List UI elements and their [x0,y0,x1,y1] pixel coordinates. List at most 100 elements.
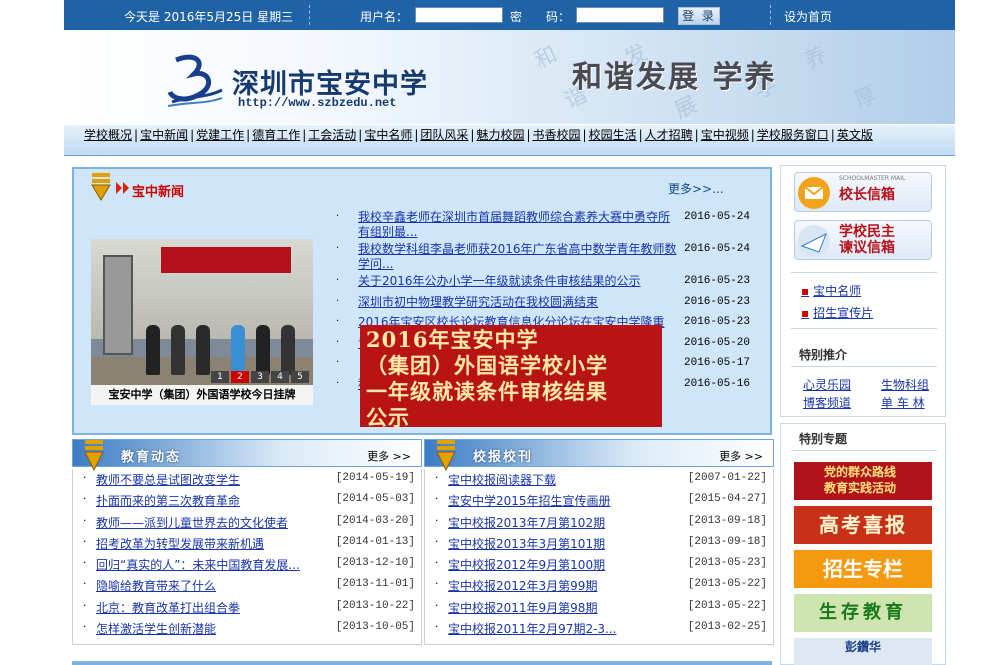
democracy-mailbox-button[interactable]: 学校民主 谏议信箱 [794,220,932,260]
sidebar-link-admission-video[interactable]: ▪ 招生宣传片 [801,304,873,321]
slide-indicator[interactable]: 2 [231,371,249,383]
list-item-title[interactable]: 宝安中学2015年招生宣传画册 [448,492,611,509]
list-item-title[interactable]: 教师不要总是试图改变学生 [96,471,240,488]
list-item[interactable]: · 宝中校报2011年2月97期2-3... [2013-02-25] [425,618,773,639]
news-item[interactable]: · 关于2016年公办小学一年级就读条件审核结果的公示 2016-05-23 [336,273,756,294]
nav-item[interactable]: 校园生活 [589,128,637,142]
list-item-title[interactable]: 回归“真实的人”：未来中国教育发展... [96,556,300,573]
nav-item[interactable]: 魅力校园 [476,128,524,142]
nav-item[interactable]: 学校服务窗口 [757,128,829,142]
bullet: · [336,243,340,254]
list-item-title[interactable]: 宝中校报2013年7月第102期 [448,514,605,531]
list-item[interactable]: · 教师——派到儿童世界去的文化使者 [2014-03-20] [73,512,421,533]
list-item-title[interactable]: 教师——派到儿童世界去的文化使者 [96,514,288,531]
password-input[interactable] [576,7,664,23]
nav-item[interactable]: 党建工作 [196,128,244,142]
bullet: · [83,471,87,484]
ad-survival-education[interactable]: 生存教育 [794,594,932,632]
list-item[interactable]: · 北京：教育改革打出组合拳 [2013-10-22] [73,597,421,618]
education-more-link[interactable]: 更多 >> [367,448,411,464]
list-item-title[interactable]: 隐喻给教育带来了什么 [96,577,216,594]
news-item[interactable]: · 我校数学科组李晶老师获2016年广东省高中数学青年教师数学问... 2016-0… [336,241,756,273]
list-item-title[interactable]: 宝中校报2012年9月第100期 [448,556,605,573]
list-item[interactable]: · 宝中校报2011年9月第98期 [2013-05-22] [425,597,773,618]
bullet: · [83,577,87,591]
recommend-link[interactable]: 心灵乐园 [803,376,851,393]
news-item-title[interactable]: 关于2016年公办小学一年级就读条件审核结果的公示 [358,274,678,289]
list-item-title[interactable]: 宝中校报2011年9月第98期 [448,599,597,616]
mailbox-caption: SCHOOLMASTER MAIL [839,175,906,182]
photo-person [281,325,295,375]
nav-item[interactable]: 人才招聘 [645,128,693,142]
news-item[interactable]: · 深圳市初中物理教学研究活动在我校圆满结束 2016-05-23 [336,294,756,315]
slide-indicator[interactable]: 5 [291,371,309,383]
list-item-title[interactable]: 招考改革为转型发展带来新机遇 [96,535,264,552]
news-item-title[interactable]: 我校辛鑫老师在深圳市首届舞蹈教师综合素养大赛中勇夺所有组别最... [358,210,678,240]
list-item[interactable]: · 宝中校报2013年3月第101期 [2013-09-18] [425,533,773,554]
username-input[interactable] [415,7,503,23]
list-item[interactable]: · 宝中校报2012年3月第99期 [2013-05-22] [425,575,773,596]
date-text: 今天是 2016年5月25日 星期三 [124,10,294,24]
photo-caption: 宝安中学（集团）外国语学校今日挂牌 [91,385,313,405]
list-item[interactable]: · 怎样激活学生创新潜能 [2013-10-05] [73,618,421,639]
ad-enrollment[interactable]: 招生专栏 [794,550,932,588]
sidebar-link-famous-teachers[interactable]: ▪ 宝中名师 [801,282,861,299]
ad-teacher-studio[interactable]: 彭鑽华 [794,638,932,665]
slide-indicator[interactable]: 4 [271,371,289,383]
set-home-link[interactable]: 设为首页 [784,8,832,25]
bullet: · [336,211,340,222]
ad-gaokao[interactable]: 高考喜报 [794,506,932,544]
democracy-mailbox-label: 学校民主 谏议信箱 [839,224,895,256]
news-more-link[interactable]: 更多>>... [668,180,724,197]
bullet: ▪ [801,306,810,320]
divider [791,272,937,273]
nav-item[interactable]: 宝中新闻 [140,128,188,142]
nav-item[interactable]: 团队风采 [420,128,468,142]
list-item[interactable]: · 宝中校报阅读器下载 [2007-01-22] [425,469,773,490]
promo-popup[interactable]: 2016年宝安中学 （集团）外国语学校小学 一年级就读条件审核结果 公示 [360,325,662,430]
list-item[interactable]: · 回归“真实的人”：未来中国教育发展... [2013-12-10] [73,554,421,575]
principal-mailbox-button[interactable]: SCHOOLMASTER MAIL 校长信箱 [794,172,932,212]
recommend-link[interactable]: 生物科组 [881,376,929,393]
recommend-link[interactable]: 博客频道 [803,394,851,411]
bullet: · [336,275,340,286]
nav-item[interactable]: 书香校园 [533,128,581,142]
journal-more-link[interactable]: 更多 >> [719,448,763,464]
news-photo[interactable]: 12345 宝安中学（集团）外国语学校今日挂牌 [91,239,313,405]
nav-item[interactable]: 德育工作 [252,128,300,142]
slide-indicator[interactable]: 3 [251,371,269,383]
list-item[interactable]: · 教师不要总是试图改变学生 [2014-05-19] [73,469,421,490]
list-item-date: [2013-10-22] [335,599,415,612]
list-item-title[interactable]: 扑面而来的第三次教育革命 [96,492,240,509]
list-item-title[interactable]: 北京：教育改革打出组合拳 [96,599,240,616]
list-item[interactable]: · 宝中校报2013年7月第102期 [2013-09-18] [425,512,773,533]
sidebar-link-label: 宝中名师 [813,284,862,298]
nav-separator: | [414,128,419,142]
list-item-date: [2013-09-18] [687,514,767,527]
list-item[interactable]: · 宝安中学2015年招生宣传画册 [2015-04-27] [425,490,773,511]
list-item[interactable]: · 扑面而来的第三次教育革命 [2014-05-03] [73,490,421,511]
login-button[interactable]: 登 录 [678,7,720,25]
list-item-title[interactable]: 宝中校报阅读器下载 [448,471,556,488]
list-item-title[interactable]: 宝中校报2013年3月第101期 [448,535,605,552]
recommend-link[interactable]: 单 车 林 [881,394,925,411]
list-item[interactable]: · 隐喻给教育带来了什么 [2013-11-01] [73,575,421,596]
news-item[interactable]: · 我校辛鑫老师在深圳市首届舞蹈教师综合素养大赛中勇夺所有组别最... 2016-0… [336,209,756,241]
list-item[interactable]: · 宝中校报2012年9月第100期 [2013-05-23] [425,554,773,575]
list-item-title[interactable]: 宝中校报2011年2月97期2-3... [448,620,617,637]
news-item-title[interactable]: 我校数学科组李晶老师获2016年广东省高中数学青年教师数学问... [358,242,678,272]
news-item-title[interactable]: 深圳市初中物理教学研究活动在我校圆满结束 [358,295,678,310]
bullet: ▪ [801,284,810,298]
nav-item[interactable]: 英文版 [837,128,873,142]
nav-item[interactable]: 宝中视频 [701,128,749,142]
nav-item[interactable]: 学校概况 [84,128,132,142]
nav-item[interactable]: 宝中名师 [364,128,412,142]
list-item[interactable]: · 招考改革为转型发展带来新机遇 [2014-01-13] [73,533,421,554]
nav-item[interactable]: 工会活动 [308,128,356,142]
slide-indicator[interactable]: 1 [211,371,229,383]
photo-gate [103,255,133,355]
nav-separator: | [830,128,835,142]
list-item-title[interactable]: 宝中校报2012年3月第99期 [448,577,597,594]
ad-mass-line[interactable]: 党的群众路线 教育实践活动 [794,462,932,500]
list-item-title[interactable]: 怎样激活学生创新潜能 [96,620,216,637]
